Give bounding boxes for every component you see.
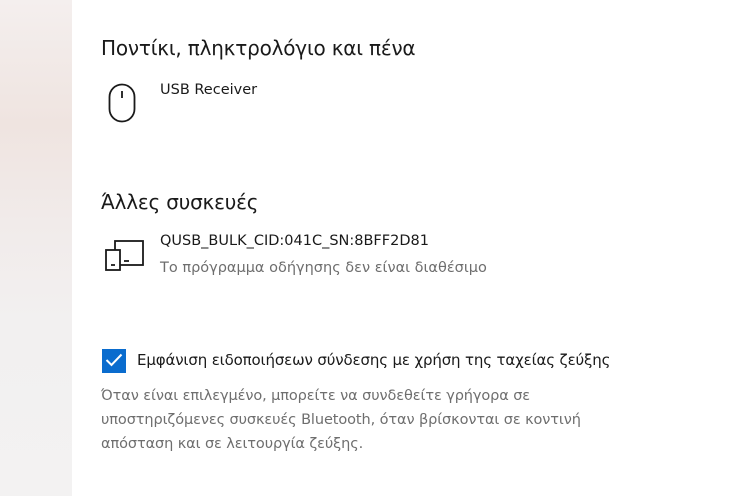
device-name: USB Receiver <box>160 82 258 98</box>
device-qusb-bulk[interactable]: QUSB_BULK_CID:041C_SN:8BFF2D81 Το πρόγρα… <box>105 232 565 282</box>
mouse-icon <box>108 83 136 127</box>
devices-icon <box>105 240 147 276</box>
swift-pair-label[interactable]: Εμφάνιση ειδοποιήσεων σύνδεσης με χρήση … <box>137 351 610 369</box>
swift-pair-description: Όταν είναι επιλεγμένο, μπορείτε να συνδε… <box>101 388 581 452</box>
device-status: Το πρόγραμμα οδήγησης δεν είναι διαθέσιμ… <box>160 260 487 276</box>
left-pane-edge <box>0 0 72 496</box>
mouse-keyboard-pen-heading: Ποντίκι, πληκτρολόγιο και πένα <box>101 36 416 60</box>
checkmark-icon <box>105 352 123 371</box>
device-name: QUSB_BULK_CID:041C_SN:8BFF2D81 <box>160 233 429 249</box>
swift-pair-checkbox[interactable] <box>102 349 126 373</box>
other-devices-heading: Άλλες συσκευές <box>101 190 259 214</box>
settings-content: Ποντίκι, πληκτρολόγιο και πένα USB Recei… <box>72 0 733 496</box>
device-usb-receiver[interactable]: USB Receiver <box>105 80 525 130</box>
